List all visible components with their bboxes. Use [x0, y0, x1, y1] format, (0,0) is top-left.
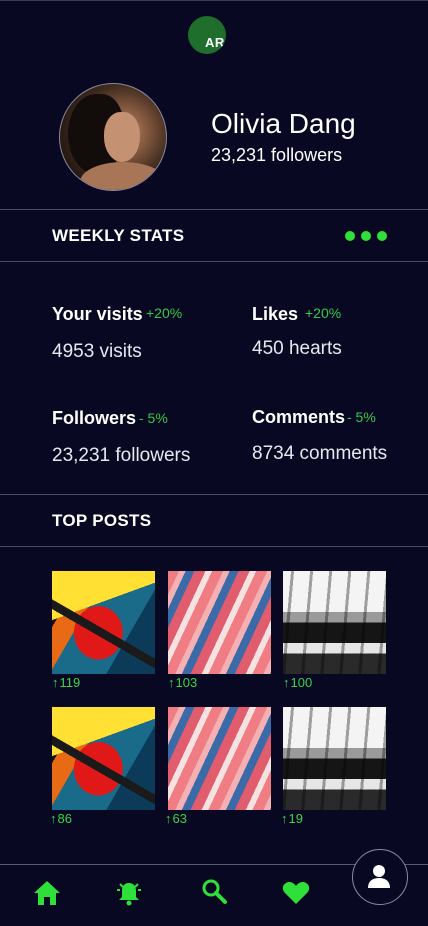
- search-icon[interactable]: [199, 876, 229, 906]
- post-likes: ↑ 103: [168, 675, 197, 690]
- dot-icon: [345, 231, 355, 241]
- arrow-up-icon: ↑: [283, 675, 290, 690]
- post-likes-value: 119: [59, 675, 81, 690]
- home-icon[interactable]: [32, 878, 62, 908]
- arrow-up-icon: ↑: [165, 811, 172, 826]
- logo-text: AR: [205, 35, 225, 50]
- profile-name: Olivia Dang: [211, 108, 356, 139]
- stat-change-visits: +20%: [146, 305, 183, 321]
- heart-icon[interactable]: [281, 878, 311, 908]
- divider: [0, 209, 428, 210]
- arrow-up-icon: ↑: [52, 675, 59, 690]
- post-likes: ↑ 100: [283, 675, 312, 690]
- divider: [0, 261, 428, 262]
- top-border: [0, 0, 428, 1]
- post-likes-value: 100: [290, 675, 313, 690]
- post-thumbnail[interactable]: [168, 707, 271, 810]
- arrow-up-icon: ↑: [50, 811, 57, 826]
- divider: [0, 546, 428, 547]
- post-likes-value: 63: [172, 811, 187, 826]
- user-icon[interactable]: [364, 861, 394, 891]
- arrow-up-icon: ↑: [281, 811, 288, 826]
- post-thumbnail[interactable]: [283, 707, 386, 810]
- top-posts-title: TOP POSTS: [52, 511, 152, 530]
- stat-value-comments: 8734 comments: [252, 443, 388, 464]
- stat-label-visits: Your visits: [52, 304, 143, 324]
- app-logo[interactable]: AR: [188, 16, 226, 54]
- post-thumbnail[interactable]: [168, 571, 271, 674]
- stat-label-followers: Followers: [52, 408, 137, 428]
- post-likes-value: 86: [57, 811, 72, 826]
- post-likes-value: 103: [175, 675, 198, 690]
- avatar[interactable]: [59, 83, 167, 191]
- post-likes: ↑ 19: [281, 811, 303, 826]
- stat-value-followers: 23,231 followers: [52, 445, 191, 466]
- dot-icon: [361, 231, 371, 241]
- stat-value-visits: 4953 visits: [52, 341, 142, 362]
- stat-label-comments: Comments: [252, 407, 346, 427]
- stat-change-likes: +20%: [305, 305, 342, 321]
- post-likes: ↑ 119: [52, 675, 80, 690]
- profile-followers: 23,231 followers: [211, 145, 343, 165]
- more-options-button[interactable]: [345, 231, 387, 241]
- stat-label-likes: Likes: [252, 304, 299, 324]
- post-likes-value: 19: [288, 811, 303, 826]
- bell-icon[interactable]: [114, 878, 144, 908]
- post-thumbnail[interactable]: [283, 571, 386, 674]
- arrow-up-icon: ↑: [168, 675, 175, 690]
- stat-change-comments: - 5%: [347, 409, 376, 425]
- post-likes: ↑ 63: [165, 811, 187, 826]
- dot-icon: [377, 231, 387, 241]
- weekly-stats-title: WEEKLY STATS: [52, 226, 185, 245]
- post-thumbnail[interactable]: [52, 571, 155, 674]
- post-thumbnail[interactable]: [52, 707, 155, 810]
- divider: [0, 494, 428, 495]
- stat-value-likes: 450 hearts: [252, 338, 342, 359]
- post-likes: ↑ 86: [50, 811, 72, 826]
- stat-change-followers: - 5%: [139, 410, 168, 426]
